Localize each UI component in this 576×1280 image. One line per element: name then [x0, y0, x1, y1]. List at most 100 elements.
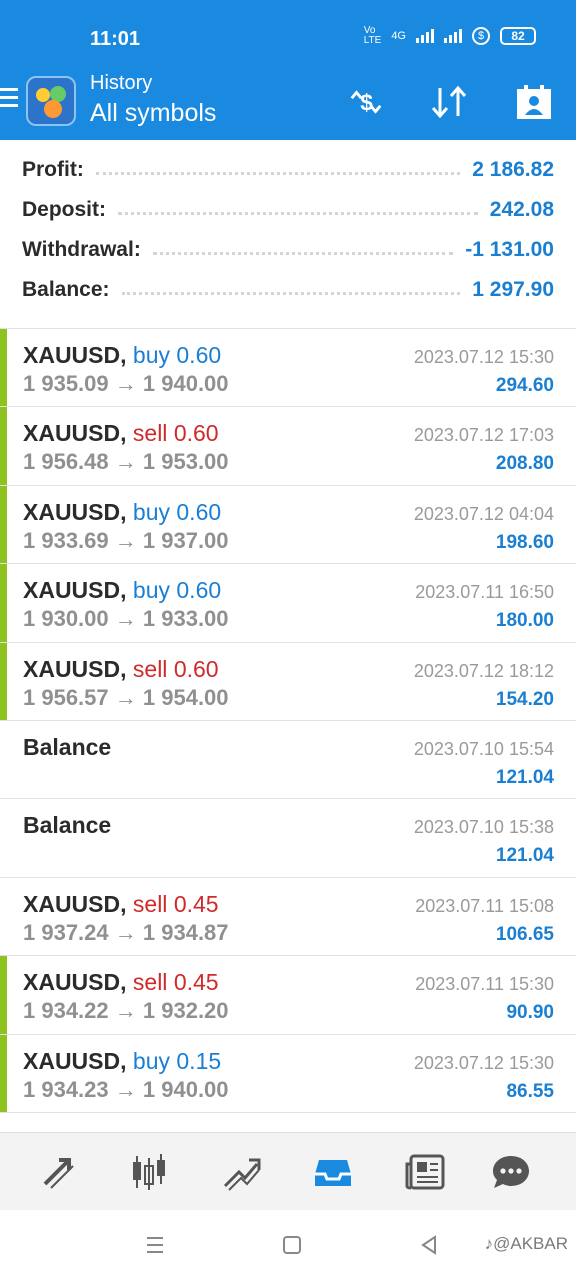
leader-dots	[121, 291, 461, 295]
deal-profit: 154.20	[495, 688, 554, 710]
deal-volume: 0.60	[176, 577, 222, 604]
deal-volume: 0.45	[173, 890, 219, 917]
deal-time: 2023.07.11 16:50	[415, 582, 554, 603]
leader-dots	[152, 251, 454, 255]
deal-side: sell	[132, 890, 168, 917]
deal-prices: 1 934.22 → 1 932.20	[23, 998, 229, 1024]
deal-row[interactable]: XAUUSD, buy 0.15 1 934.23 → 1 940.00 2023.…	[0, 1034, 576, 1113]
deal-row[interactable]: XAUUSD, buy 0.60 1 935.09 → 1 940.00 2023.…	[0, 329, 576, 408]
deal-profit: 90.90	[506, 1002, 554, 1024]
deal-row[interactable]: XAUUSD, buy 0.60 1 930.00 → 1 933.00 2023.…	[0, 564, 576, 643]
calendar-icon[interactable]	[514, 82, 554, 122]
title-block[interactable]: History All symbols	[90, 72, 216, 128]
balance-row[interactable]: Balance 2023.07.10 15:54 121.04	[0, 721, 576, 800]
quotes-icon[interactable]	[34, 1147, 84, 1197]
deal-volume: 0.15	[176, 1047, 222, 1074]
open-price: 1 956.57	[23, 684, 109, 710]
deal-row[interactable]: XAUUSD, buy 0.60 1 933.69 → 1 937.00 2023.…	[0, 485, 576, 565]
history-icon[interactable]	[308, 1147, 358, 1197]
deal-symbol: XAUUSD,	[23, 577, 127, 604]
open-price: 1 934.22	[23, 998, 109, 1024]
watermark-text: @AKBAR	[493, 1234, 568, 1253]
metatrader-logo	[26, 76, 76, 126]
deal-symbol-line: XAUUSD, sell 0.60	[23, 420, 219, 447]
news-icon[interactable]	[400, 1147, 450, 1197]
open-price: 1 935.09	[23, 371, 109, 396]
deal-side: sell	[132, 655, 168, 682]
arrow-icon: →	[114, 449, 137, 475]
back-icon[interactable]	[414, 1230, 444, 1260]
deal-time: 2023.07.12 15:30	[413, 1052, 554, 1073]
deal-prices: 1 930.00 → 1 933.00	[23, 606, 229, 632]
home-icon[interactable]	[277, 1230, 307, 1260]
deal-side: buy	[132, 577, 170, 604]
deal-symbol-line: XAUUSD, buy 0.15	[23, 1048, 221, 1075]
close-price: 1 934.87	[142, 919, 229, 945]
deal-symbol: XAUUSD,	[23, 1047, 127, 1074]
close-price: 1 937.00	[142, 527, 229, 553]
deal-time: 2023.07.12 18:12	[413, 660, 554, 681]
deal-prices: 1 935.09 → 1 940.00	[23, 371, 229, 397]
deal-profit: 121.04	[495, 845, 554, 867]
system-nav: ♪@AKBAR	[0, 1210, 576, 1280]
volte-icon: Vo LTE	[363, 25, 382, 46]
menu-icon[interactable]	[0, 88, 18, 112]
deal-time: 2023.07.11 15:08	[415, 895, 554, 916]
deal-marker	[0, 485, 7, 564]
deal-time: 2023.07.12 04:04	[413, 503, 554, 524]
deal-time: 2023.07.12 15:30	[413, 347, 554, 367]
deal-profit: 86.55	[506, 1080, 554, 1102]
deals-list[interactable]: XAUUSD, buy 0.60 1 935.09 → 1 940.00 2023.…	[0, 328, 576, 1132]
vpn-icon: $	[472, 27, 490, 45]
summary-label: Deposit:	[22, 198, 106, 221]
deal-prices: 1 937.24 → 1 934.87	[23, 920, 229, 946]
close-price: 1 932.20	[142, 998, 229, 1024]
svg-text:$: $	[360, 90, 373, 116]
chart-icon[interactable]	[124, 1147, 174, 1197]
chat-icon[interactable]	[486, 1147, 536, 1197]
deal-time: 2023.07.12 17:03	[413, 425, 554, 446]
bottom-nav	[0, 1132, 576, 1210]
deal-row[interactable]: XAUUSD, sell 0.60 1 956.57 → 1 954.00 2023…	[0, 642, 576, 721]
recent-apps-icon[interactable]	[140, 1230, 170, 1260]
deal-marker	[0, 642, 7, 720]
deal-profit: 198.60	[495, 531, 554, 553]
deal-volume: 0.60	[173, 655, 219, 682]
balance-label: Balance	[23, 733, 112, 760]
open-price: 1 956.48	[23, 449, 109, 475]
summary-row-balance: Balance: 1 297.90	[0, 270, 576, 310]
app-header: 11:01 Vo LTE 4G $ 82 History All symbols …	[0, 0, 576, 140]
close-price: 1 940.00	[142, 371, 229, 396]
deal-symbol: XAUUSD,	[23, 420, 127, 447]
summary-row-withdrawal: Withdrawal: -1 131.00	[0, 230, 576, 270]
deal-marker	[0, 329, 7, 407]
arrow-icon: →	[114, 919, 137, 945]
close-price: 1 933.00	[142, 606, 229, 632]
trade-icon[interactable]	[216, 1147, 266, 1197]
deal-volume: 0.60	[173, 420, 219, 447]
sort-icon[interactable]	[430, 82, 470, 122]
arrow-icon: →	[114, 1076, 137, 1102]
close-price: 1 940.00	[142, 1076, 229, 1102]
summary-row-profit: Profit: 2 186.82	[0, 150, 576, 190]
deal-marker	[0, 1034, 7, 1112]
deal-row[interactable]: XAUUSD, sell 0.45 1 934.22 → 1 932.20 2023…	[0, 956, 576, 1035]
deal-prices: 1 934.23 → 1 940.00	[23, 1077, 229, 1103]
deal-profit: 294.60	[495, 375, 554, 396]
deal-marker	[0, 407, 7, 485]
deal-symbol-line: XAUUSD, sell 0.45	[23, 969, 219, 996]
balance-label: Balance	[23, 812, 112, 839]
balance-row[interactable]: Balance 2023.07.10 15:38 121.04	[0, 799, 576, 878]
arrow-icon: →	[114, 527, 137, 553]
deal-side: buy	[132, 342, 170, 368]
deal-volume: 0.45	[173, 969, 219, 996]
deal-side: sell	[132, 969, 168, 996]
page-title: All symbols	[90, 99, 217, 127]
currency-swap-icon[interactable]: $	[346, 82, 386, 122]
deal-profit: 180.00	[495, 610, 554, 632]
deal-prices: 1 956.48 → 1 953.00	[23, 449, 229, 475]
deal-time: 2023.07.10 15:54	[413, 738, 554, 759]
deal-row[interactable]: XAUUSD, sell 0.60 1 956.48 → 1 953.00 2023…	[0, 407, 576, 486]
deal-row[interactable]: XAUUSD, sell 0.45 1 937.24 → 1 934.87 2023…	[0, 878, 576, 957]
summary-panel: Profit: 2 186.82 Deposit: 242.08 Withdra…	[0, 150, 576, 310]
